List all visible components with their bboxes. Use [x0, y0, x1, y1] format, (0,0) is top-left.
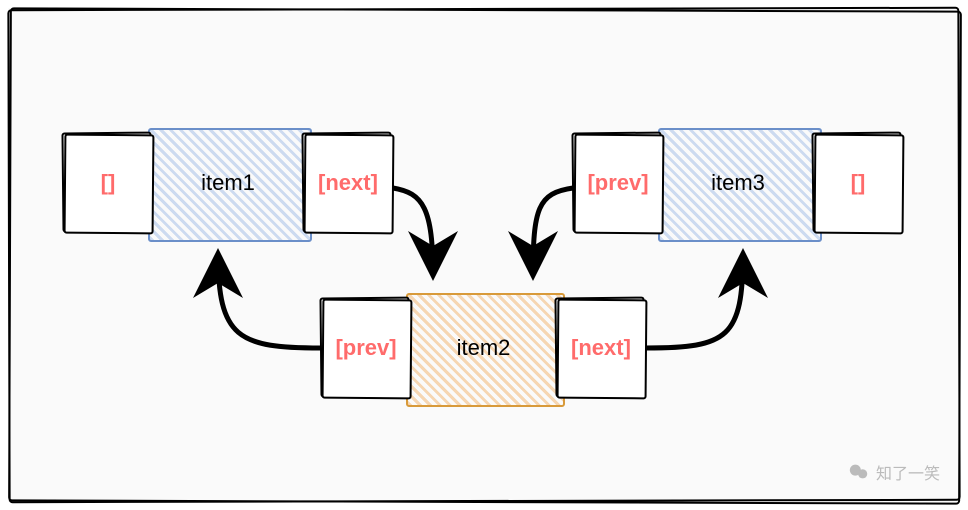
node2-data: item2 [406, 293, 561, 403]
node2-next-label: [next] [556, 298, 646, 398]
wechat-icon [848, 461, 870, 483]
diagram-canvas: [] item1 [next] [prev] item3 [] [prev] i… [8, 8, 960, 502]
node1-data-label: item1 [148, 128, 308, 238]
node3-data: item3 [658, 128, 818, 238]
node3-next: [] [813, 133, 903, 233]
node1-prev: [] [63, 133, 153, 233]
node2-next: [next] [556, 298, 646, 398]
node2-data-label: item2 [406, 293, 561, 403]
watermark-text: 知了一笑 [876, 460, 940, 484]
node1-data: item1 [148, 128, 308, 238]
node2-prev: [prev] [321, 298, 411, 398]
node2-prev-label: [prev] [321, 298, 411, 398]
node3-data-label: item3 [658, 128, 818, 238]
node1-next-label: [next] [303, 133, 393, 233]
node3-prev: [prev] [573, 133, 663, 233]
node1-prev-label: [] [63, 133, 153, 233]
watermark: 知了一笑 [848, 460, 940, 484]
node1-next: [next] [303, 133, 393, 233]
node3-next-label: [] [813, 133, 903, 233]
node3-prev-label: [prev] [573, 133, 663, 233]
